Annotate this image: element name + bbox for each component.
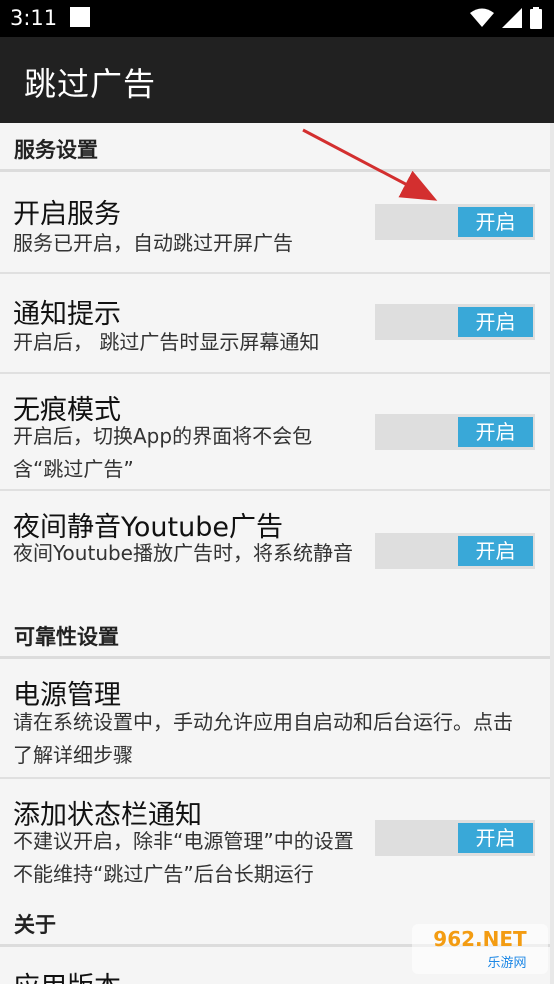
app-bar: 跳过广告 <box>0 37 554 123</box>
pref-notification-tip[interactable]: 通知提示 开启后， 跳过广告时显示屏幕通知 开启 <box>0 274 550 374</box>
pref-status-bar-notification[interactable]: 添加状态栏通知 不建议开启，除非“电源管理”中的设置不能维持“跳过广告”后台长期… <box>0 779 550 899</box>
pref-summary: 开启后，切换App的界面将不会包含“跳过广告” <box>13 424 313 481</box>
toggle-thumb: 开启 <box>458 307 533 337</box>
scrollbar[interactable] <box>550 123 554 984</box>
wifi-icon <box>470 8 494 27</box>
pref-title: 开启服务 <box>13 199 121 230</box>
incognito-mode-toggle[interactable]: 开启 <box>375 414 535 450</box>
notification-square-icon <box>70 7 90 27</box>
notification-tip-toggle[interactable]: 开启 <box>375 304 535 340</box>
pref-summary: 不建议开启，除非“电源管理”中的设置不能维持“跳过广告”后台长期运行 <box>13 829 354 886</box>
app-title: 跳过广告 <box>24 65 157 103</box>
section-header-reliability: 可靠性设置 <box>0 610 550 659</box>
pref-enable-service[interactable]: 开启服务 服务已开启，自动跳过开屏广告 开启 <box>0 172 550 274</box>
pref-summary: 开启后， 跳过广告时显示屏幕通知 <box>13 330 320 354</box>
toggle-thumb: 开启 <box>458 823 533 853</box>
watermark-sub: 乐游网 <box>487 956 526 971</box>
pref-summary: 请在系统设置中，手动允许应用自启动和后台运行。点击了解详细步骤 <box>13 710 513 767</box>
toggle-thumb: 开启 <box>458 536 533 566</box>
status-bar-notification-toggle[interactable]: 开启 <box>375 820 535 856</box>
night-mute-youtube-toggle[interactable]: 开启 <box>375 533 535 569</box>
status-time: 3:11 <box>10 6 58 30</box>
toggle-thumb: 开启 <box>458 207 533 237</box>
pref-summary: 服务已开启，自动跳过开屏广告 <box>13 231 293 255</box>
pref-incognito-mode[interactable]: 无痕模式 开启后，切换App的界面将不会包含“跳过广告” 开启 <box>0 374 550 491</box>
watermark-logo: 962.NET 乐游网 <box>412 924 548 978</box>
section-header-service: 服务设置 <box>0 123 550 172</box>
enable-service-toggle[interactable]: 开启 <box>375 204 535 240</box>
status-bar: 3:11 <box>0 0 554 37</box>
pref-title: 应用版本 <box>13 965 121 984</box>
battery-icon <box>530 7 542 29</box>
signal-icon <box>502 8 522 28</box>
pref-power-management[interactable]: 电源管理 请在系统设置中，手动允许应用自启动和后台运行。点击了解详细步骤 <box>0 659 550 779</box>
toggle-thumb: 开启 <box>458 417 533 447</box>
watermark-brand: 962.NET <box>433 927 527 951</box>
pref-night-mute-youtube[interactable]: 夜间静音Youtube广告 夜间Youtube播放广告时，将系统静音 开启 <box>0 491 550 603</box>
pref-summary: 夜间Youtube播放广告时，将系统静音 <box>13 541 353 565</box>
